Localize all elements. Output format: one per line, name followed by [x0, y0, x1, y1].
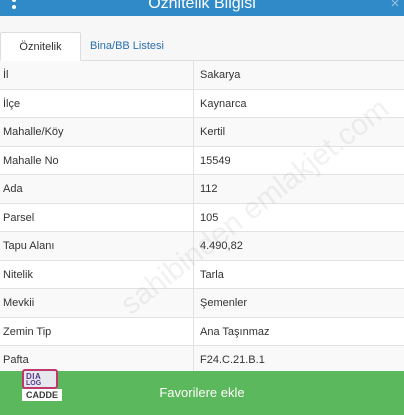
brand-logo: DIA LOG CADDE	[13, 369, 67, 403]
attribute-value: 15549	[193, 146, 404, 175]
attribute-value: 4.490,82	[193, 232, 404, 260]
attribute-value: 105	[193, 203, 404, 232]
header-bar: Öznitelik Bilgisi ×	[0, 0, 404, 16]
table-row: İlçe Kaynarca	[0, 89, 404, 118]
attribute-value: F24.C.21.B.1	[193, 346, 404, 374]
attribute-key: Zemin Tip	[3, 325, 52, 338]
table-row: Mahalle No 15549	[0, 146, 404, 175]
table-row: Zemin Tip Ana Taşınmaz	[0, 317, 404, 346]
attribute-key: Ada	[3, 183, 23, 195]
attribute-key: Nitelik	[3, 268, 33, 281]
tab-attribute-info[interactable]: Öznitelik Bilgisi	[0, 32, 81, 82]
table-row: Parsel 105	[0, 203, 404, 232]
attribute-value: Şemenler	[193, 289, 404, 317]
attribute-panel: Öznitelik Bilgisi × Öznitelik Bilgisi Bi…	[0, 0, 404, 415]
attribute-table: İl Sakarya İlçe Kaynarca Mahalle/Köy Ker…	[0, 61, 404, 375]
attribute-key: Mahalle No	[3, 154, 59, 167]
attribute-key: Tapu Alanı	[3, 240, 55, 252]
attribute-value: Sakarya	[193, 61, 404, 89]
table-row: Ada 112	[0, 175, 404, 204]
attribute-value: 112	[193, 175, 404, 203]
attribute-key: Mevkii	[3, 297, 35, 309]
logo-mark: DIA LOG	[22, 369, 58, 389]
attribute-value: Kaynarca	[193, 89, 404, 118]
tab-bar: Öznitelik Bilgisi Bina/BB Listesi	[0, 16, 404, 82]
attribute-value: Kertil	[193, 118, 404, 146]
attribute-key: İlçe	[3, 97, 21, 110]
attribute-value: Ana Taşınmaz	[193, 317, 404, 346]
logo-text: CADDE	[22, 389, 62, 401]
attribute-key: Mahalle/Köy	[3, 126, 64, 138]
attribute-value: Tarla	[193, 260, 404, 289]
table-row: İl Sakarya	[0, 61, 404, 90]
attribute-key: Parsel	[3, 211, 35, 224]
table-row: Mahalle/Köy Kertil	[0, 118, 404, 147]
table-row: Mevkii Şemenler	[0, 289, 404, 318]
page-title: Öznitelik Bilgisi	[148, 0, 256, 12]
table-row: Tapu Alanı 4.490,82	[0, 232, 404, 261]
table-row: Nitelik Tarla	[0, 260, 404, 289]
tab-building-list[interactable]: Bina/BB Listesi	[84, 32, 170, 61]
close-icon[interactable]: ×	[388, 0, 402, 12]
attribute-key: İl	[3, 69, 9, 81]
logo-mark-bottom: LOG	[26, 380, 42, 387]
